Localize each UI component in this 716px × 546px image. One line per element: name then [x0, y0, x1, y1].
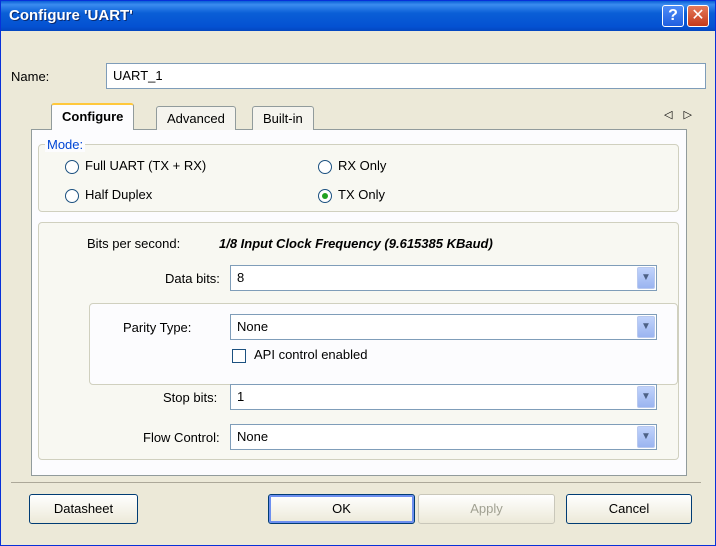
radio-tx-only[interactable]: [318, 189, 332, 203]
help-button[interactable]: ?: [662, 5, 684, 27]
stop-bits-label: Stop bits:: [163, 390, 218, 405]
tab-scroll-arrows-icon[interactable]: ◁ ▷: [664, 108, 696, 121]
radio-rx-only[interactable]: [318, 160, 332, 174]
close-icon: ✕: [691, 7, 705, 24]
parity-type-value: None: [237, 319, 269, 334]
flow-control-select[interactable]: None ▼: [230, 424, 657, 450]
configure-panel: Mode: Full UART (TX + RX) Half Duplex RX…: [31, 130, 687, 476]
chevron-down-icon[interactable]: ▼: [637, 316, 655, 338]
bits-per-second-label: Bits per second:: [87, 236, 181, 251]
apply-button[interactable]: Apply: [418, 494, 555, 524]
mode-group-title: Mode:: [45, 137, 86, 152]
data-bits-select[interactable]: 8 ▼: [230, 265, 657, 291]
api-control-checkbox[interactable]: [232, 349, 246, 363]
close-button[interactable]: ✕: [687, 5, 709, 27]
help-icon: ?: [668, 7, 678, 24]
stop-bits-value: 1: [237, 389, 245, 404]
tab-advanced[interactable]: Advanced: [156, 106, 236, 130]
tab-built-in[interactable]: Built-in: [252, 106, 314, 130]
configure-dialog: Configure 'UART' ? ✕ Name: UART_1 Config…: [0, 0, 716, 546]
radio-half-duplex[interactable]: [65, 189, 79, 203]
flow-control-value: None: [237, 429, 269, 444]
flow-control-label: Flow Control:: [143, 430, 220, 445]
ok-button[interactable]: OK: [268, 494, 415, 524]
parity-type-label: Parity Type:: [123, 320, 192, 335]
radio-full-uart-label: Full UART (TX + RX): [85, 158, 207, 173]
mode-group: Mode: Full UART (TX + RX) Half Duplex RX…: [38, 137, 679, 212]
radio-half-duplex-label: Half Duplex: [85, 187, 153, 202]
cancel-button[interactable]: Cancel: [566, 494, 692, 524]
chevron-down-icon[interactable]: ▼: [637, 386, 655, 408]
tab-configure[interactable]: Configure: [51, 103, 135, 130]
radio-full-uart[interactable]: [65, 160, 79, 174]
chevron-down-icon[interactable]: ▼: [637, 267, 655, 289]
title-bar: Configure 'UART' ? ✕: [1, 1, 715, 31]
parity-group: Parity Type: None ▼ API control enabled: [89, 303, 678, 385]
window-title: Configure 'UART': [9, 7, 133, 24]
datasheet-button[interactable]: Datasheet: [29, 494, 138, 524]
settings-group: Bits per second: 1/8 Input Clock Frequen…: [38, 222, 679, 460]
button-separator: [11, 482, 701, 483]
stop-bits-select[interactable]: 1 ▼: [230, 384, 657, 410]
chevron-down-icon[interactable]: ▼: [637, 426, 655, 448]
name-label: Name:: [11, 69, 50, 84]
name-input[interactable]: UART_1: [106, 63, 706, 89]
bits-per-second-value: 1/8 Input Clock Frequency (9.615385 KBau…: [219, 236, 493, 251]
data-bits-value: 8: [237, 270, 245, 285]
api-control-label: API control enabled: [254, 347, 368, 362]
data-bits-label: Data bits:: [165, 271, 220, 286]
parity-type-select[interactable]: None ▼: [230, 314, 657, 340]
radio-tx-only-label: TX Only: [338, 187, 385, 202]
radio-rx-only-label: RX Only: [338, 158, 387, 173]
